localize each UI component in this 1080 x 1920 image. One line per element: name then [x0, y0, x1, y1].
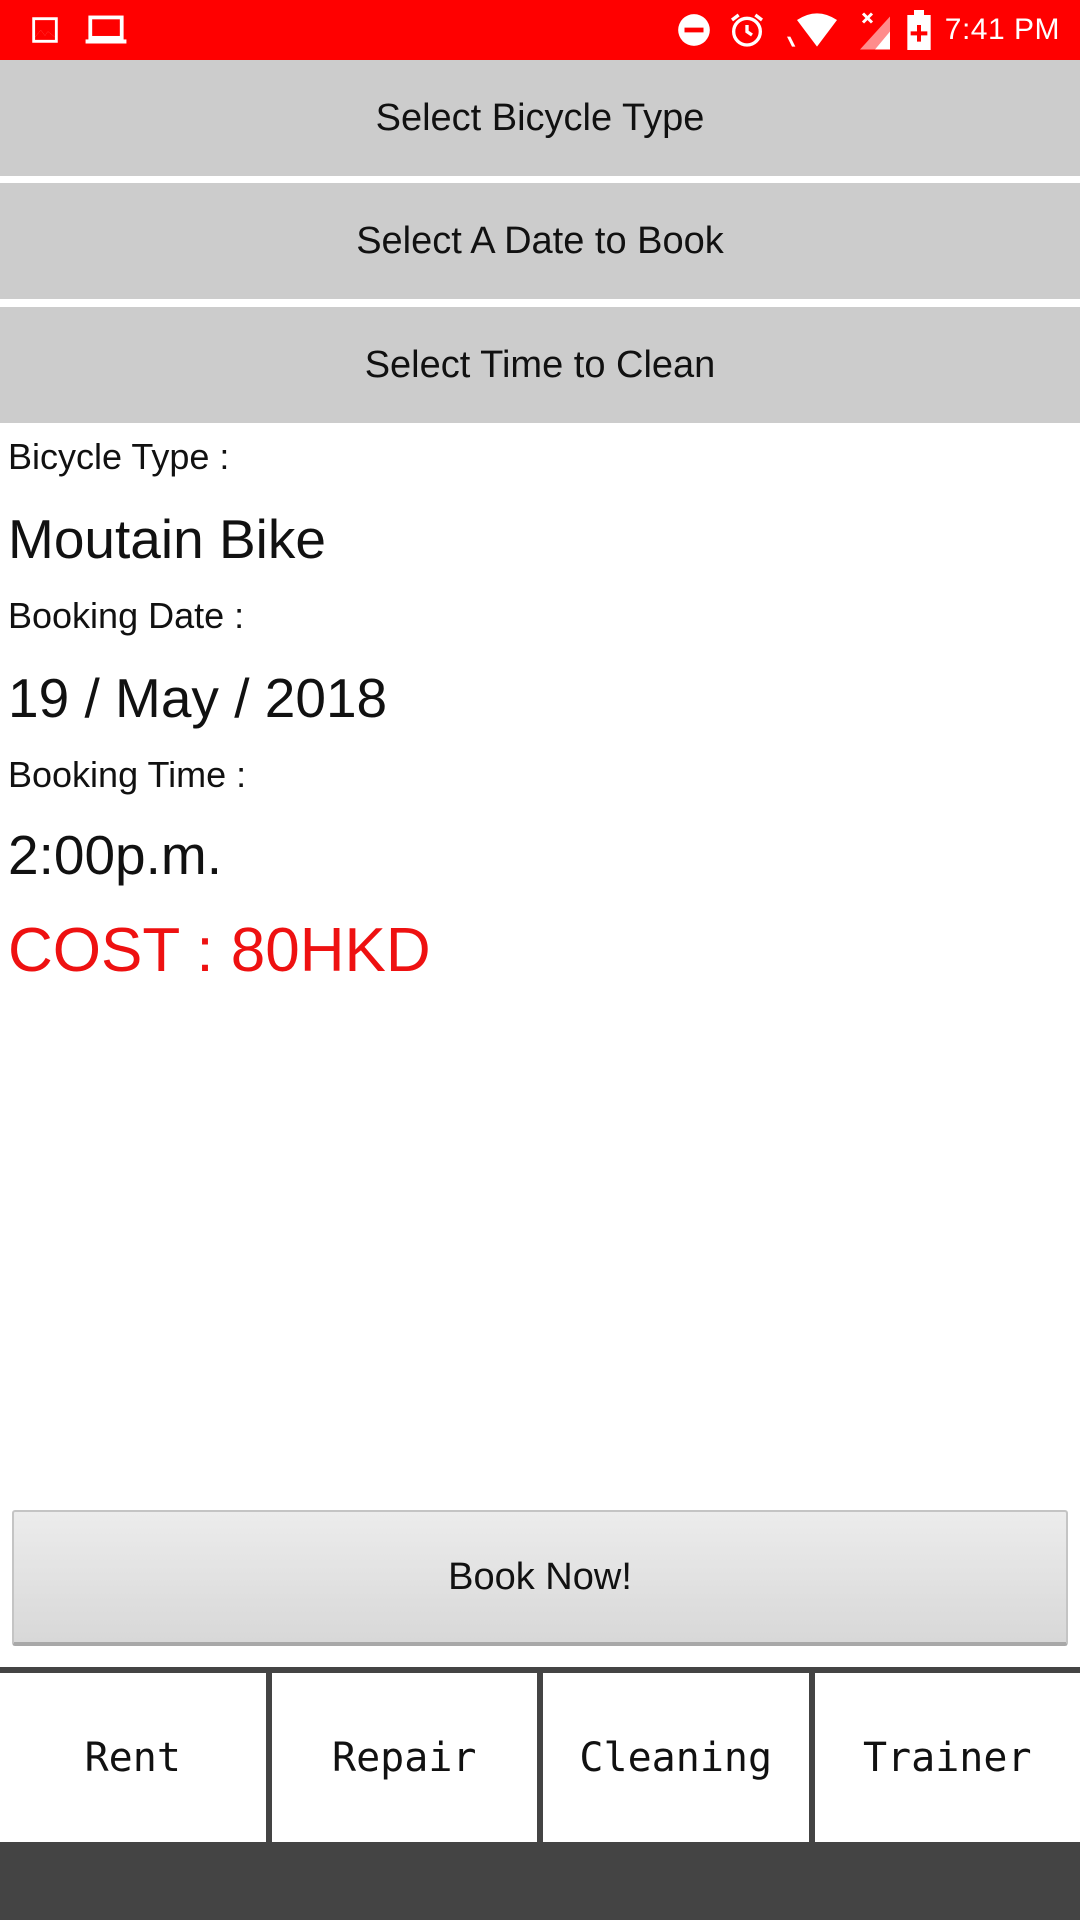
booking-time-value: 2:00p.m.	[8, 824, 223, 886]
booking-time-label: Booking Time :	[8, 754, 247, 795]
wifi-icon	[781, 10, 843, 50]
booking-date-value: 19 / May / 2018	[8, 667, 388, 729]
bottom-tab-bar: Rent Repair Cleaning Trainer	[0, 1667, 1080, 1842]
select-bicycle-type-button[interactable]: Select Bicycle Type	[0, 60, 1080, 176]
bicycle-type-label: Bicycle Type :	[8, 436, 230, 477]
do-not-disturb-icon	[675, 11, 713, 49]
laptop-icon	[84, 13, 128, 47]
status-bar: 7:41 PM	[0, 0, 1080, 60]
book-now-button[interactable]: Book Now!	[12, 1510, 1068, 1646]
status-bar-left	[28, 13, 150, 47]
navigation-bar	[0, 1842, 1080, 1920]
select-time-button[interactable]: Select Time to Clean	[0, 307, 1080, 423]
status-time: 7:41 PM	[944, 13, 1060, 46]
select-date-button[interactable]: Select A Date to Book	[0, 183, 1080, 299]
alarm-icon	[727, 10, 767, 50]
tab-repair[interactable]: Repair	[271, 1673, 537, 1842]
battery-icon	[907, 10, 931, 50]
tab-trainer[interactable]: Trainer	[814, 1673, 1080, 1842]
booking-date-label: Booking Date :	[8, 595, 245, 636]
tab-cleaning[interactable]: Cleaning	[543, 1673, 809, 1842]
image-icon	[28, 13, 62, 47]
cost-text: COST : 80HKD	[8, 916, 431, 985]
bicycle-type-value: Moutain Bike	[8, 508, 326, 570]
signal-icon	[857, 10, 893, 50]
status-bar-right: 7:41 PM	[661, 10, 1060, 50]
tab-rent[interactable]: Rent	[0, 1673, 266, 1842]
